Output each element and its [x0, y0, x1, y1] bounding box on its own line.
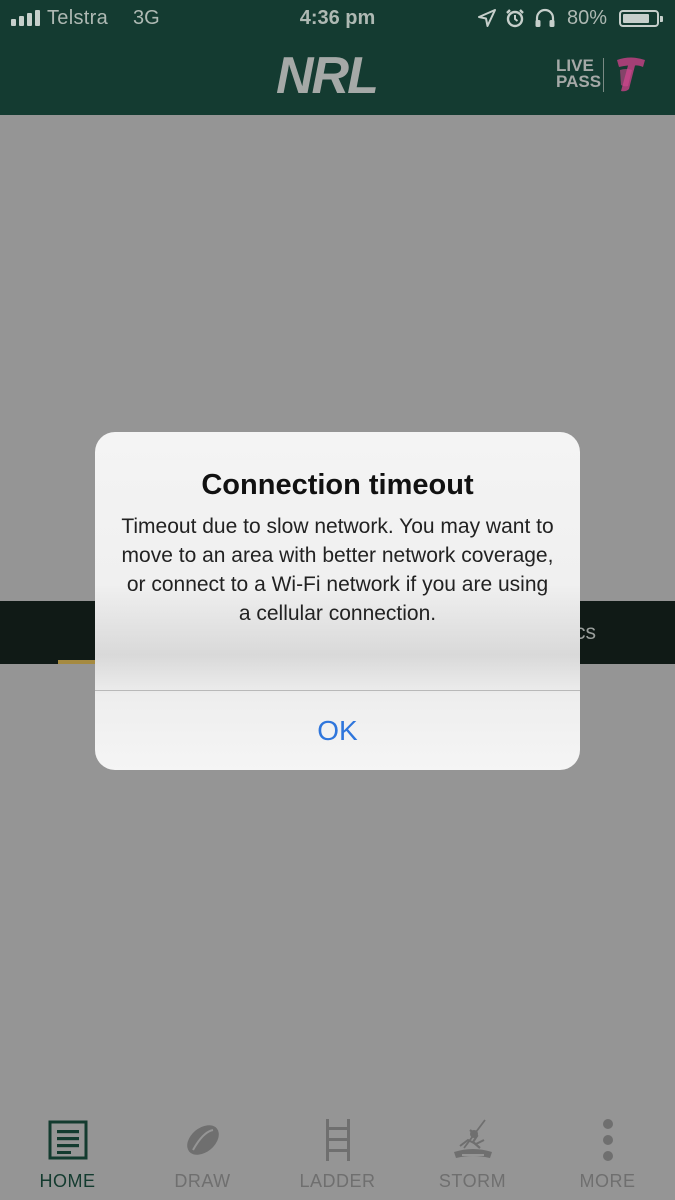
bottom-tab-bar: HOME DRAW LADDER STORM MORE	[0, 1100, 675, 1200]
tab-draw-label: DRAW	[174, 1171, 231, 1191]
tab-home-label: HOME	[39, 1171, 96, 1191]
ladder-icon	[325, 1119, 350, 1161]
alarm-icon	[506, 9, 524, 28]
telstra-logo-icon	[617, 57, 645, 92]
football-icon	[186, 1125, 219, 1155]
battery-percent: 80%	[567, 7, 608, 29]
live-pass-logo[interactable]: LIVE PASS	[556, 57, 602, 91]
headphones-icon	[535, 8, 555, 27]
alert-message: Timeout due to slow network. You may wan…	[121, 515, 554, 625]
tab-draw[interactable]: DRAW	[135, 1100, 270, 1200]
tab-storm-label: STORM	[438, 1171, 507, 1191]
active-tab-indicator	[58, 660, 98, 664]
tab-home[interactable]: HOME	[0, 1100, 135, 1200]
alert-title: Connection timeout	[201, 469, 474, 501]
logo-divider	[603, 58, 604, 92]
status-icons	[478, 8, 556, 28]
battery-icon	[619, 10, 663, 27]
tab-more[interactable]: MORE	[540, 1100, 675, 1200]
tab-ladder[interactable]: LADDER	[270, 1100, 405, 1200]
app-header: Telstra 3G 4:36 pm 80% NRL LIVE PASS	[0, 0, 675, 115]
location-icon	[478, 9, 496, 27]
nrl-logo: NRL	[276, 47, 379, 105]
ok-button[interactable]: OK	[95, 691, 580, 770]
more-icon	[602, 1119, 613, 1161]
news-icon	[48, 1120, 87, 1160]
status-bar: Telstra 3G 4:36 pm 80%	[0, 0, 675, 38]
tab-storm[interactable]: STORM	[405, 1100, 540, 1200]
tab-ladder-label: LADDER	[299, 1171, 376, 1191]
connection-timeout-alert: Connection timeout Timeout due to slow n…	[95, 432, 580, 770]
live-pass-line2: PASS	[556, 72, 602, 91]
tab-more-label: MORE	[579, 1171, 636, 1191]
storm-logo-icon	[453, 1119, 492, 1158]
